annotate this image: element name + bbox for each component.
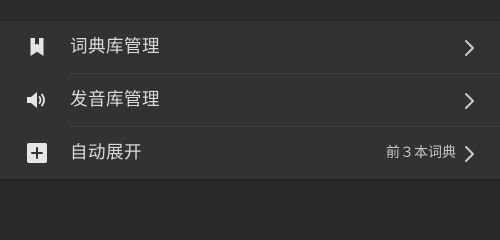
pronunciation-library-label: 发音库管理 <box>70 90 160 110</box>
dictionary-library-label: 词典库管理 <box>70 37 160 57</box>
dictionary-library-row[interactable]: 词典库管理 <box>0 21 500 73</box>
top-spacer <box>0 0 500 21</box>
bookmark-icon <box>25 35 49 59</box>
chevron-right-icon <box>463 92 475 110</box>
settings-list: 词典库管理 发音库管理 自动展开 前３本词典 <box>0 21 500 179</box>
auto-expand-row[interactable]: 自动展开 前３本词典 <box>0 127 500 179</box>
auto-expand-value: 前３本词典 <box>386 145 456 161</box>
chevron-right-icon <box>463 145 475 163</box>
bottom-spacer <box>0 179 500 205</box>
pronunciation-library-row[interactable]: 发音库管理 <box>0 74 500 126</box>
bottom-divider <box>0 179 500 180</box>
plus-square-icon <box>25 141 49 165</box>
chevron-right-icon <box>463 39 475 57</box>
speaker-icon <box>25 88 49 112</box>
auto-expand-label: 自动展开 <box>70 143 142 163</box>
